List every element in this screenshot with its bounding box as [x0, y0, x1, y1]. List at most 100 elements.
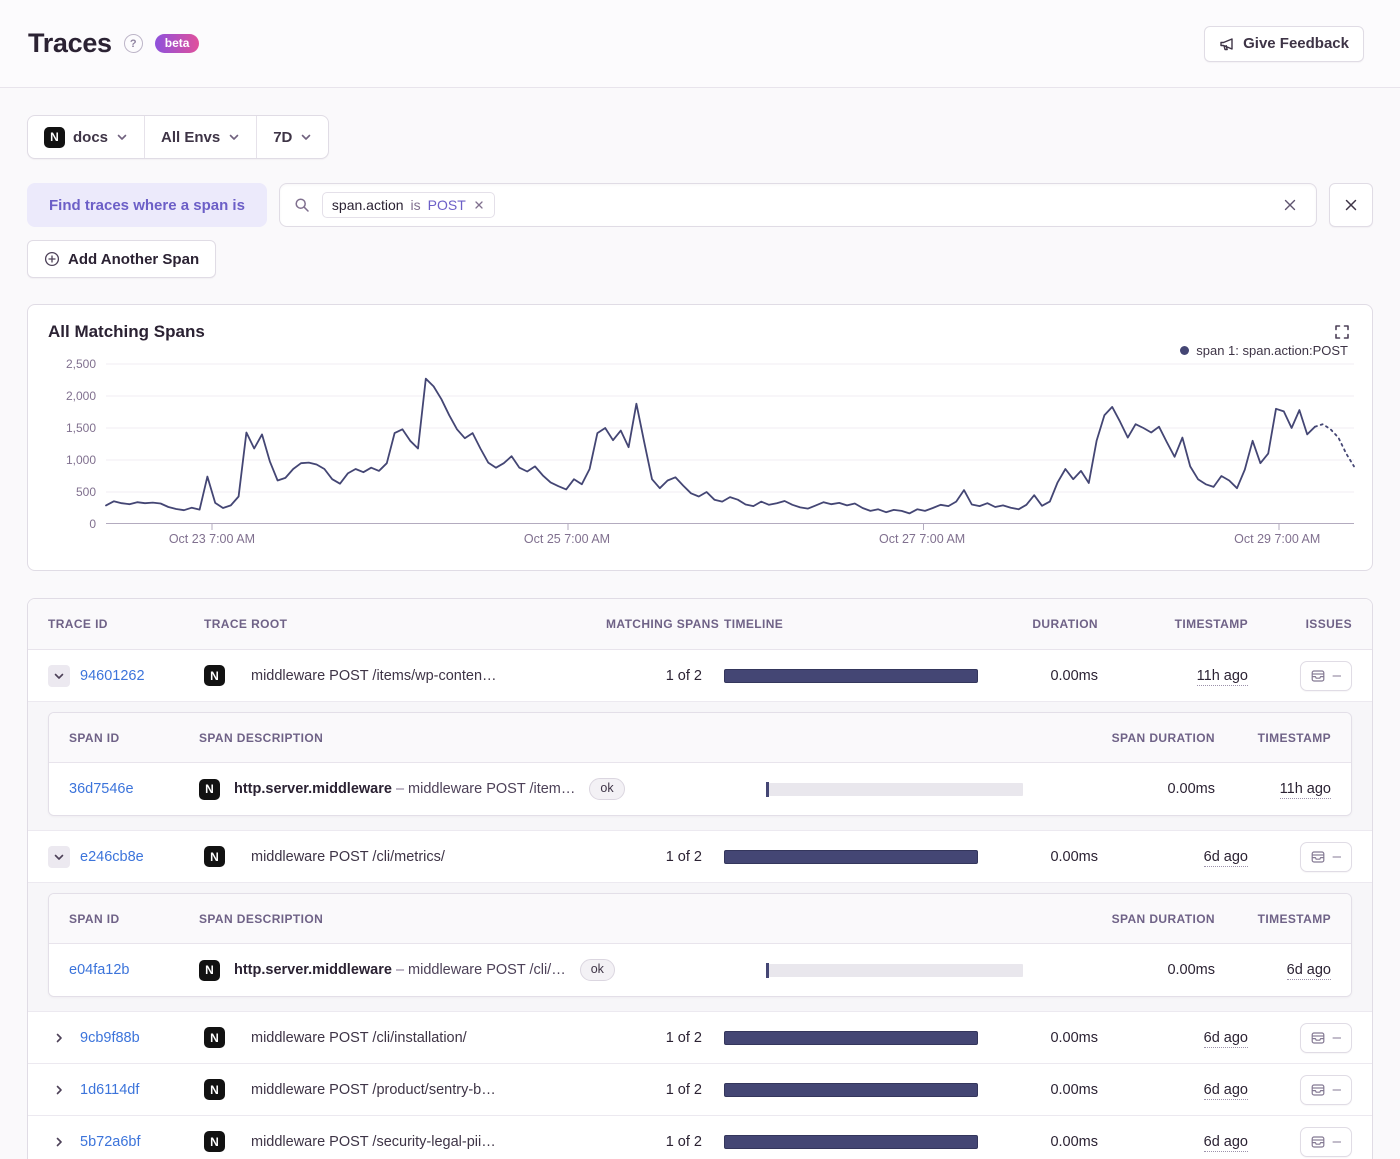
help-icon[interactable]: ?: [123, 34, 143, 53]
date-range-selector[interactable]: 7D: [256, 116, 328, 158]
collapse-row-button[interactable]: [48, 845, 70, 868]
trace-id-link[interactable]: 94601262: [80, 668, 145, 684]
span-op-label: http.server.middleware: [234, 781, 392, 797]
timestamp-value: 6d ago: [1203, 1133, 1248, 1152]
col-trace-id: TRACE ID: [48, 617, 108, 631]
span-id-link[interactable]: e04fa12b: [69, 962, 129, 978]
col-timeline: TIMELINE: [724, 617, 784, 631]
span-search-input[interactable]: span.action is POST: [278, 183, 1317, 227]
issues-button[interactable]: –: [1299, 660, 1352, 691]
chart-plot-zone: 0 500 1,000 1,500 2,000 2,500: [48, 357, 1355, 531]
chevron-down-icon: [300, 131, 312, 143]
issues-icon: [1311, 1031, 1325, 1045]
issues-count: –: [1332, 667, 1341, 684]
issues-count: –: [1332, 1081, 1341, 1098]
page-filter-bar: N docs All Envs 7D: [27, 115, 330, 159]
chart-legend[interactable]: span 1: span.action:POST: [1180, 343, 1348, 358]
environment-selector[interactable]: All Envs: [144, 116, 256, 158]
project-selector-label: docs: [73, 128, 109, 146]
traces-table-header: TRACE ID TRACE ROOT MATCHING SPANS TIMEL…: [28, 599, 1372, 650]
col-matching-spans: MATCHING SPANS: [606, 617, 720, 631]
date-range-selector-label: 7D: [273, 128, 293, 146]
nested-span-table: SPAN ID SPAN DESCRIPTION SPAN DURATION T…: [28, 702, 1372, 831]
col-span-duration: SPAN DURATION: [1111, 730, 1215, 745]
span-row: 36d7546e N http.server.middleware – middle…: [49, 763, 1351, 815]
issues-count: –: [1332, 1029, 1341, 1046]
matching-spans-count: 1 of 2: [665, 1029, 702, 1046]
span-description-label: middleware POST /cli/…: [408, 962, 566, 978]
timeline-bar: [724, 849, 978, 864]
x-axis-labels: Oct 23 7:00 AM Oct 25 7:00 AM Oct 27 7:00 …: [106, 530, 1352, 556]
col-timestamp: TIMESTAMP: [1174, 617, 1248, 631]
col-span-description: SPAN DESCRIPTION: [199, 911, 324, 926]
matching-spans-count: 1 of 2: [665, 1081, 702, 1098]
issues-button[interactable]: –: [1299, 1126, 1352, 1157]
page-title: Traces: [28, 28, 112, 58]
issues-count: –: [1332, 1133, 1341, 1150]
y-tick-label: 2,000: [65, 389, 96, 403]
matching-spans-count: 1 of 2: [665, 848, 702, 865]
expand-row-button[interactable]: [48, 1027, 70, 1049]
spans-line-chart: [105, 363, 1355, 530]
chart-title: All Matching Spans: [48, 322, 205, 341]
x-tick-label: Oct 23 7:00 AM: [168, 532, 255, 546]
give-feedback-button[interactable]: Give Feedback: [1204, 25, 1364, 62]
remove-token-icon[interactable]: [473, 199, 485, 211]
filter-token-value: POST: [427, 197, 466, 213]
timeline-bar: [724, 1082, 978, 1097]
separator: –: [395, 781, 405, 797]
x-tick-label: Oct 25 7:00 AM: [523, 532, 611, 546]
issues-button[interactable]: –: [1299, 1022, 1352, 1053]
search-icon: [294, 197, 310, 213]
issues-icon: [1311, 1083, 1325, 1097]
chevron-down-icon: [228, 131, 240, 143]
trace-id-link[interactable]: e246cb8e: [80, 849, 144, 865]
expand-chart-icon[interactable]: [1332, 322, 1352, 342]
col-span-timestamp: TIMESTAMP: [1257, 730, 1331, 745]
filter-token-operator: is: [410, 197, 421, 213]
nextjs-logo-icon: N: [204, 1027, 225, 1048]
collapse-row-button[interactable]: [48, 664, 70, 687]
col-trace-root: TRACE ROOT: [204, 617, 288, 631]
table-row: e246cb8e N middleware POST /cli/metrics/…: [28, 831, 1372, 883]
duration-value: 0.00ms: [1050, 1081, 1098, 1098]
filter-token[interactable]: span.action is POST: [321, 192, 495, 218]
x-tick-label: Oct 27 7:00 AM: [879, 532, 966, 546]
expand-row-button[interactable]: [48, 1079, 70, 1101]
trace-id-link[interactable]: 5b72a6bf: [80, 1134, 140, 1150]
x-tick-label: Oct 29 7:00 AM: [1234, 532, 1321, 546]
legend-dot-icon: [1180, 346, 1190, 355]
chevron-right-icon: [53, 1084, 65, 1096]
trace-id-link[interactable]: 1d6114df: [80, 1082, 139, 1098]
trace-id-link[interactable]: 9cb9f88b: [80, 1030, 140, 1046]
issues-button[interactable]: –: [1299, 1074, 1352, 1105]
close-icon: [1343, 197, 1359, 213]
issues-button[interactable]: –: [1299, 841, 1352, 872]
table-row: 5b72a6bf N middleware POST /security-leg…: [28, 1116, 1372, 1159]
add-another-span-button[interactable]: Add Another Span: [27, 240, 217, 278]
matching-spans-chart-card: All Matching Spans span 1: span.action:P…: [27, 304, 1373, 571]
remove-span-filter-button[interactable]: [1329, 183, 1373, 227]
col-duration: DURATION: [1032, 617, 1098, 631]
nextjs-logo-icon: N: [204, 665, 225, 686]
plus-circle-icon: [44, 251, 60, 267]
span-duration-value: 0.00ms: [1167, 781, 1215, 797]
table-row: 1d6114df N middleware POST /product/sent…: [28, 1064, 1372, 1116]
separator: –: [395, 962, 405, 978]
span-table-header: SPAN ID SPAN DESCRIPTION SPAN DURATION T…: [49, 713, 1351, 763]
chart-plot-area: [105, 363, 1355, 530]
project-selector[interactable]: N docs: [28, 116, 144, 158]
y-tick-label: 0: [89, 517, 96, 531]
span-timeline-bar: [766, 781, 1023, 797]
chevron-right-icon: [53, 1136, 65, 1148]
trace-root-label: middleware POST /items/wp-conten…: [251, 667, 497, 684]
span-id-link[interactable]: 36d7546e: [69, 781, 134, 797]
traces-table: TRACE ID TRACE ROOT MATCHING SPANS TIMEL…: [27, 598, 1373, 1159]
expand-row-button[interactable]: [48, 1131, 70, 1153]
timestamp-value: 6d ago: [1203, 1081, 1248, 1100]
duration-value: 0.00ms: [1050, 1029, 1098, 1046]
span-timestamp-value: 6d ago: [1286, 962, 1331, 980]
chevron-down-icon: [53, 851, 65, 863]
clear-search-icon[interactable]: [1278, 193, 1302, 217]
span-description-label: middleware POST /item…: [408, 781, 576, 797]
